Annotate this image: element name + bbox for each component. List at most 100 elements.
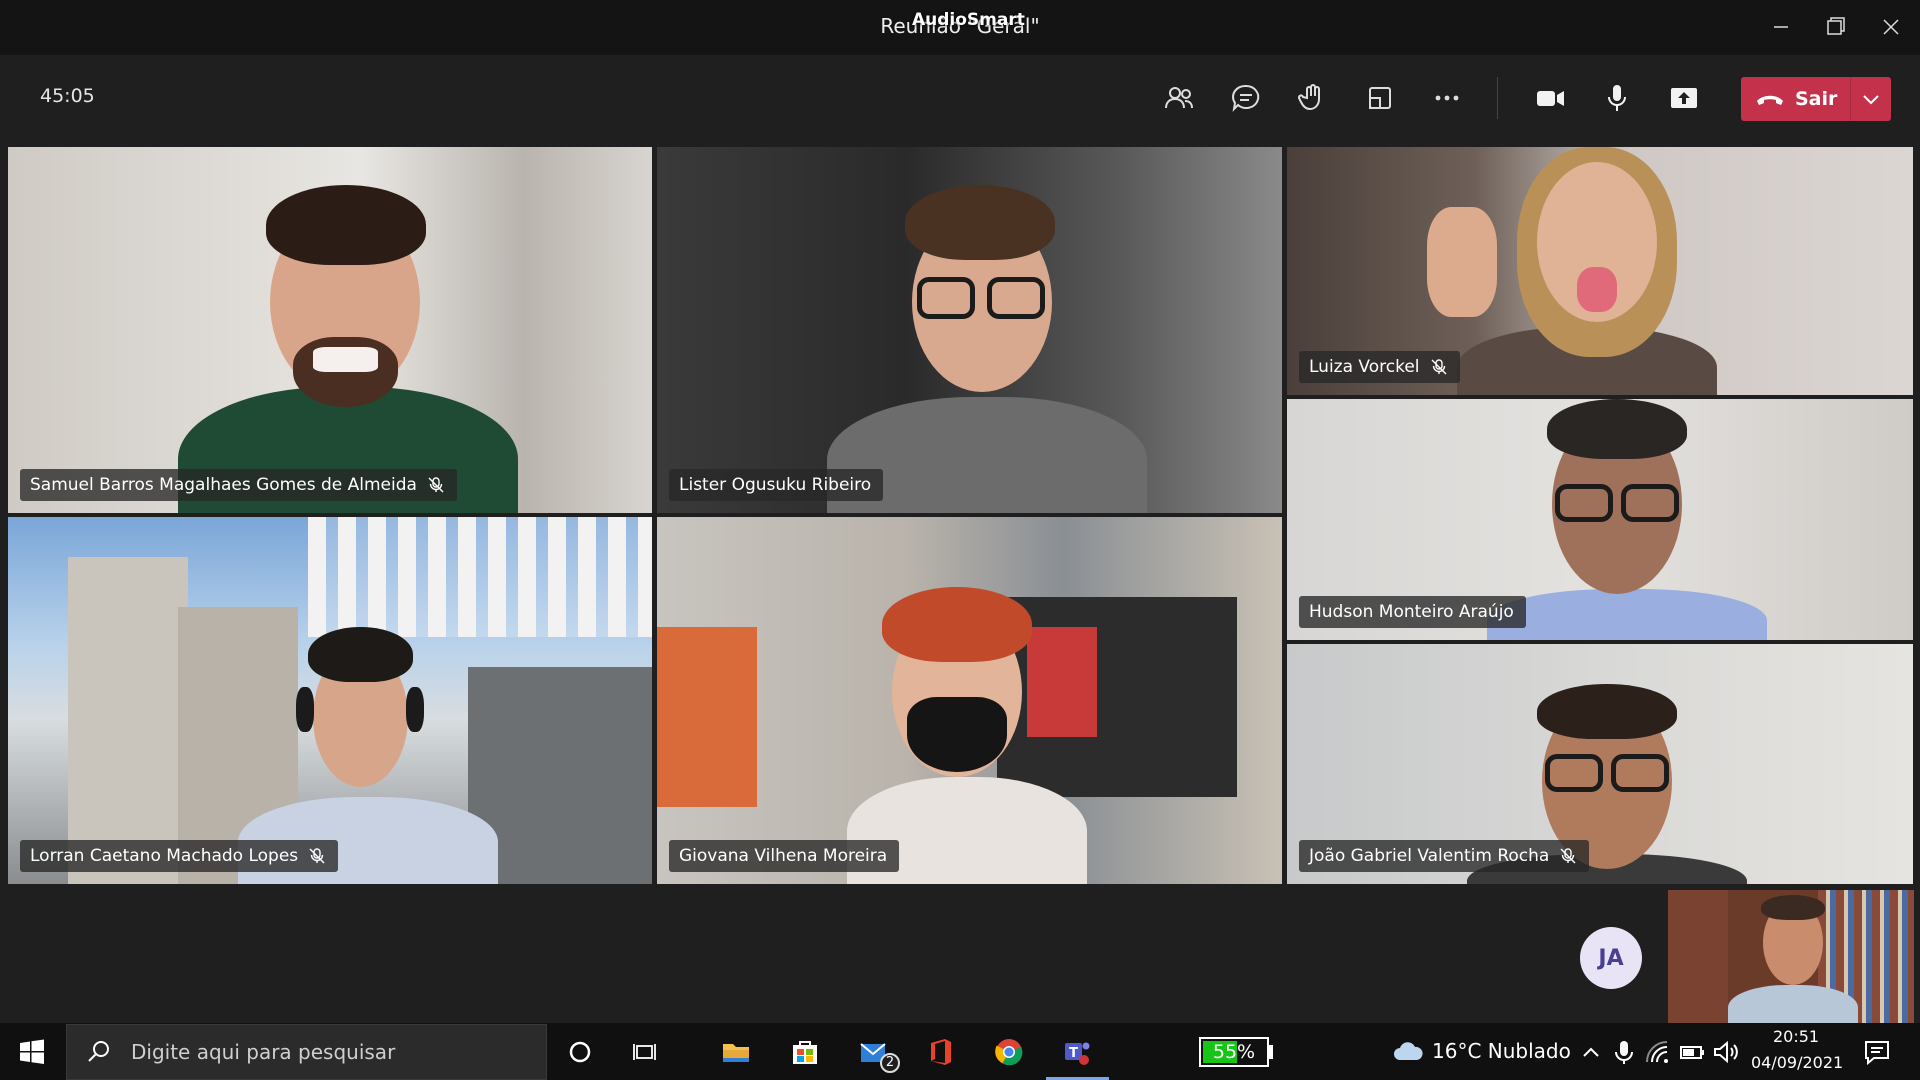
video-tile[interactable]: Lorran Caetano Machado Lopes xyxy=(8,517,652,884)
meeting-toolbar: 45:05 Sair xyxy=(0,55,1920,140)
minimize-icon xyxy=(1774,26,1788,28)
file-explorer-button[interactable] xyxy=(717,1033,755,1071)
video-tile[interactable]: Lister Ogusuku Ribeiro xyxy=(657,147,1282,513)
video-tile[interactable]: Giovana Vilhena Moreira xyxy=(657,517,1282,884)
restore-button[interactable] xyxy=(1810,8,1860,46)
task-view-icon xyxy=(633,1044,656,1060)
raise-hand-button[interactable] xyxy=(1291,77,1335,119)
wifi-icon xyxy=(1646,1041,1668,1063)
chat-icon xyxy=(1232,84,1260,112)
participant-name: Hudson Monteiro Araújo xyxy=(1309,602,1514,622)
windows-logo-icon xyxy=(20,1039,44,1064)
mic-icon xyxy=(1608,85,1626,111)
participant-name: Luiza Vorckel xyxy=(1309,357,1420,377)
cabinet-background xyxy=(1668,890,1728,1023)
participant-name: João Gabriel Valentim Rocha xyxy=(1309,846,1550,866)
weather-text[interactable]: 16°C Nublado xyxy=(1432,1039,1571,1063)
network-button[interactable] xyxy=(1641,1033,1675,1071)
windows-taskbar: Digite aqui para pesquisar 2 T 55% 16°C … xyxy=(0,1023,1920,1080)
share-screen-button[interactable] xyxy=(1662,77,1706,119)
self-video-person xyxy=(1728,890,1858,1023)
leave-options-button[interactable] xyxy=(1851,77,1891,121)
title-bar: Reunião "Geral" AudioSmart xyxy=(0,0,1920,55)
leave-button[interactable]: Sair xyxy=(1741,77,1851,121)
leave-label: Sair xyxy=(1795,88,1838,110)
self-video-preview[interactable] xyxy=(1668,890,1914,1023)
teams-button[interactable]: T xyxy=(1058,1033,1096,1071)
cloud-icon xyxy=(1394,1042,1423,1060)
chat-button[interactable] xyxy=(1224,77,1268,119)
search-icon xyxy=(88,1041,109,1062)
toolbar-separator xyxy=(1497,77,1498,119)
video-tile[interactable]: Hudson Monteiro Araújo xyxy=(1287,399,1913,640)
camera-button[interactable] xyxy=(1528,77,1572,119)
rooms-button[interactable] xyxy=(1358,77,1402,119)
store-icon xyxy=(793,1041,817,1064)
restore-icon xyxy=(1827,17,1845,35)
participant-video xyxy=(837,577,1097,884)
clock-date[interactable]: 04/09/2021 xyxy=(1751,1053,1843,1072)
video-tile[interactable]: Luiza Vorckel xyxy=(1287,147,1913,395)
task-view-button[interactable] xyxy=(627,1033,665,1071)
battery-cap xyxy=(1269,1045,1273,1059)
share-icon xyxy=(1671,88,1697,108)
chrome-icon xyxy=(995,1039,1023,1066)
office-button[interactable] xyxy=(922,1033,960,1071)
microsoft-store-button[interactable] xyxy=(786,1033,824,1071)
hang-up-icon xyxy=(1757,95,1783,105)
chrome-button[interactable] xyxy=(990,1033,1028,1071)
battery-tray-button[interactable] xyxy=(1675,1033,1709,1071)
start-button[interactable] xyxy=(13,1033,51,1071)
camera-icon xyxy=(1537,91,1564,106)
chevron-up-icon xyxy=(1583,1047,1599,1057)
mic-off-icon xyxy=(309,848,325,864)
teams-meeting-window: Reunião "Geral" AudioSmart 45:05 Sair Sa… xyxy=(0,0,1920,1080)
minimize-button[interactable] xyxy=(1756,8,1806,46)
microphone-button[interactable] xyxy=(1595,77,1639,119)
raise-hand-icon xyxy=(1297,84,1320,111)
notification-icon xyxy=(1865,1041,1889,1066)
close-button[interactable] xyxy=(1866,8,1916,46)
participant-name-tag: João Gabriel Valentim Rocha xyxy=(1299,840,1590,872)
mic-off-icon xyxy=(1560,848,1576,864)
cortana-icon xyxy=(569,1041,591,1063)
mic-off-icon xyxy=(428,477,444,493)
video-tile[interactable]: Samuel Barros Magalhaes Gomes de Almeida xyxy=(8,147,652,513)
self-avatar[interactable]: JA xyxy=(1580,927,1642,989)
search-placeholder: Digite aqui para pesquisar xyxy=(131,1040,396,1064)
cortana-button[interactable] xyxy=(561,1033,599,1071)
participant-name: Samuel Barros Magalhaes Gomes de Almeida xyxy=(30,475,417,495)
participant-name-tag: Giovana Vilhena Moreira xyxy=(669,840,900,872)
participant-video xyxy=(1427,147,1737,395)
speaker-icon xyxy=(1714,1040,1738,1064)
teams-icon: T xyxy=(1065,1042,1090,1065)
mic-tray-icon xyxy=(1615,1041,1633,1064)
volume-button[interactable] xyxy=(1709,1033,1743,1071)
participant-name-tag: Samuel Barros Magalhaes Gomes de Almeida xyxy=(20,469,457,501)
show-hidden-icons-button[interactable] xyxy=(1574,1033,1608,1071)
more-options-button[interactable] xyxy=(1425,77,1469,119)
meeting-timer: 45:05 xyxy=(40,85,95,107)
participant-video xyxy=(817,167,1157,513)
office-icon xyxy=(931,1039,951,1065)
svg-text:T: T xyxy=(1069,1046,1078,1061)
folder-icon xyxy=(723,1044,749,1062)
mic-off-icon xyxy=(1431,359,1447,375)
participants-button[interactable] xyxy=(1157,77,1201,119)
notifications-button[interactable] xyxy=(1858,1033,1896,1071)
clock-time[interactable]: 20:51 xyxy=(1773,1027,1819,1046)
battery-tray-icon xyxy=(1680,1046,1704,1059)
participant-name: Lister Ogusuku Ribeiro xyxy=(679,475,872,495)
more-icon xyxy=(1435,95,1459,101)
rooms-icon xyxy=(1369,87,1391,109)
participant-name-tag: Luiza Vorckel xyxy=(1299,351,1460,383)
taskbar-search[interactable]: Digite aqui para pesquisar xyxy=(66,1024,547,1080)
participant-video xyxy=(178,167,518,513)
leave-button-group: Sair xyxy=(1741,77,1891,121)
participants-icon xyxy=(1165,87,1193,109)
weather-widget[interactable] xyxy=(1388,1033,1428,1071)
video-tile[interactable]: João Gabriel Valentim Rocha xyxy=(1287,644,1913,884)
microphone-tray-button[interactable] xyxy=(1607,1033,1641,1071)
chevron-down-icon xyxy=(1863,95,1879,105)
participant-name-tag: Lister Ogusuku Ribeiro xyxy=(669,469,884,501)
